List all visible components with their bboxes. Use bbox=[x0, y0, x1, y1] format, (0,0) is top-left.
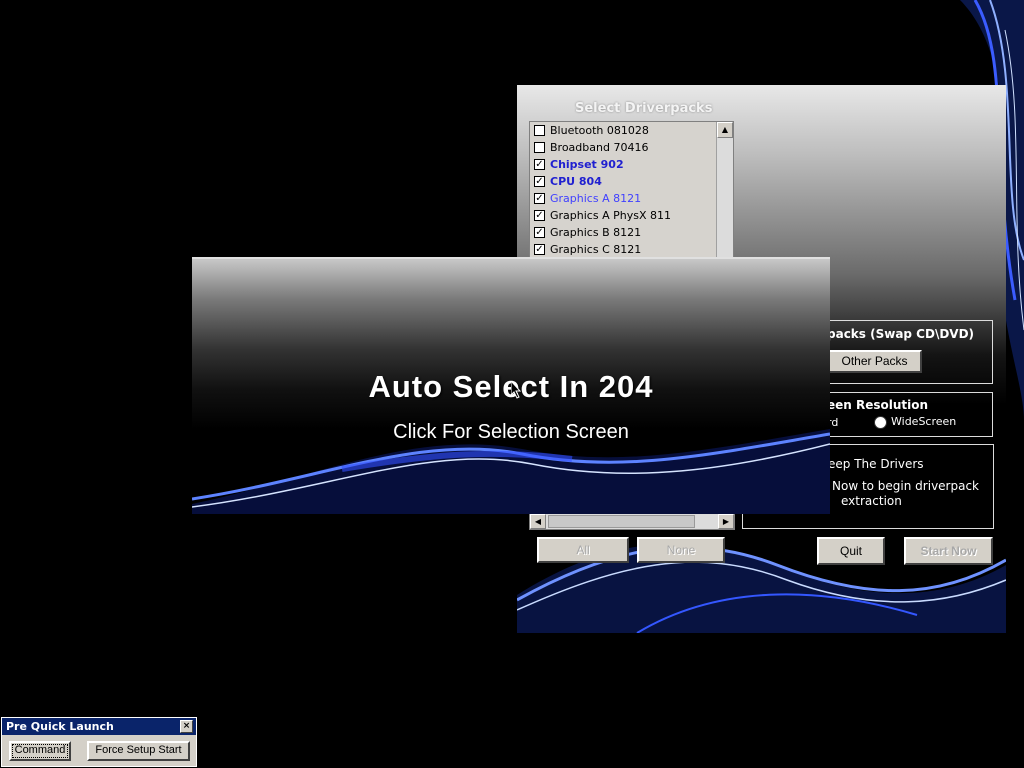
keep-drivers-text-2: extraction bbox=[841, 494, 902, 508]
keep-drivers-text: Now to begin driverpack bbox=[832, 479, 979, 493]
checkbox[interactable] bbox=[534, 125, 545, 136]
driverpack-list[interactable]: Bluetooth 081028 Broadband 70416 ✓ Chipse… bbox=[529, 121, 734, 263]
list-item[interactable]: ✓ CPU 804 bbox=[530, 173, 733, 190]
command-button[interactable]: Command bbox=[9, 741, 71, 761]
quick-launch-window: Pre Quick Launch × Command Force Setup S… bbox=[1, 717, 197, 767]
list-item[interactable]: Bluetooth 081028 bbox=[530, 122, 733, 139]
driverpack-title: Select Driverpacks bbox=[575, 101, 713, 116]
radio-button[interactable] bbox=[874, 415, 887, 429]
other-packs-title: packs (Swap CD\DVD) bbox=[827, 327, 975, 341]
mouse-cursor-icon bbox=[511, 381, 521, 399]
checkbox-checked[interactable]: ✓ bbox=[534, 159, 545, 170]
list-item[interactable]: ✓ Graphics A 8121 bbox=[530, 190, 733, 207]
list-item[interactable]: ✓ Graphics A PhysX 811 bbox=[530, 207, 733, 224]
force-setup-start-button[interactable]: Force Setup Start bbox=[87, 741, 190, 761]
checkbox-checked[interactable]: ✓ bbox=[534, 210, 545, 221]
checkbox-checked[interactable]: ✓ bbox=[534, 176, 545, 187]
list-item[interactable]: ✓ Graphics C 8121 bbox=[530, 241, 733, 258]
scroll-left-icon[interactable]: ◀ bbox=[530, 514, 546, 529]
resolution-title: een Resolution bbox=[827, 398, 929, 412]
list-hscrollbar[interactable]: ◀ ▶ bbox=[529, 513, 735, 530]
other-packs-group: packs (Swap CD\DVD) Other Packs bbox=[822, 320, 993, 384]
checkbox-checked[interactable]: ✓ bbox=[534, 227, 545, 238]
resolution-group: een Resolution rd WideScreen bbox=[822, 392, 993, 437]
close-icon[interactable]: × bbox=[180, 720, 193, 733]
select-none-button[interactable]: None bbox=[637, 537, 725, 563]
quit-button[interactable]: Quit bbox=[817, 537, 885, 565]
list-item[interactable]: ✓ Chipset 902 bbox=[530, 156, 733, 173]
quick-launch-title: Pre Quick Launch bbox=[6, 720, 114, 733]
scroll-up-icon[interactable]: ▲ bbox=[717, 122, 733, 138]
list-scrollbar[interactable]: ▲ bbox=[716, 122, 733, 262]
select-all-button[interactable]: All bbox=[537, 537, 629, 563]
scroll-thumb[interactable] bbox=[548, 515, 695, 528]
checkbox-checked[interactable]: ✓ bbox=[534, 244, 545, 255]
start-now-button[interactable]: Start Now bbox=[904, 537, 993, 565]
list-item[interactable]: Broadband 70416 bbox=[530, 139, 733, 156]
other-packs-button[interactable]: Other Packs bbox=[827, 350, 922, 373]
checkbox[interactable] bbox=[534, 142, 545, 153]
list-item[interactable]: ✓ Graphics B 8121 bbox=[530, 224, 733, 241]
widescreen-option[interactable]: WideScreen bbox=[874, 415, 956, 429]
keep-drivers-title: eep The Drivers bbox=[828, 457, 924, 471]
quick-launch-titlebar: Pre Quick Launch × bbox=[2, 718, 196, 735]
selection-screen-prompt[interactable]: Click For Selection Screen bbox=[192, 421, 830, 444]
checkbox-checked[interactable]: ✓ bbox=[534, 193, 545, 204]
scroll-right-icon[interactable]: ▶ bbox=[718, 514, 734, 529]
